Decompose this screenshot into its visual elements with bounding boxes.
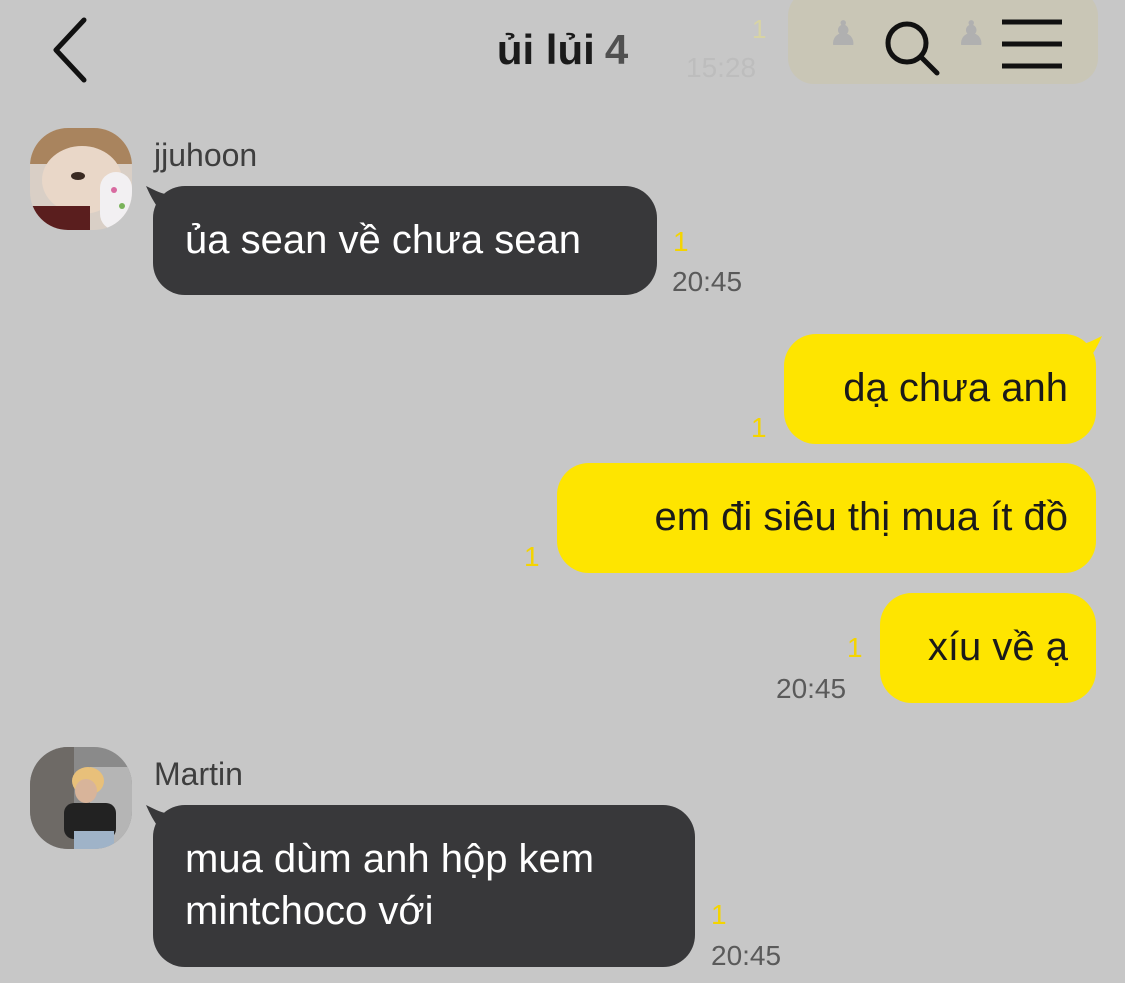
room-name: ủi lủi xyxy=(496,26,595,73)
chat-screen: ♟ ♟ 1 15:28 ủi lủi 4 jjuhoon ủa sean về … xyxy=(0,0,1125,983)
menu-icon xyxy=(1002,19,1062,69)
chat-header: ♟ ♟ 1 15:28 ủi lủi 4 xyxy=(0,0,1125,100)
avatar-jjuhoon[interactable] xyxy=(30,128,132,230)
sender-name: Martin xyxy=(154,756,243,792)
menu-button[interactable] xyxy=(998,16,1066,72)
message-text-line: mua dùm anh hộp kem xyxy=(185,837,595,881)
message-text: ủa sean về chưa sean xyxy=(185,218,581,262)
message-text-line: mintchoco với xyxy=(185,889,434,933)
message-timestamp: 20:45 xyxy=(711,940,782,971)
message-bubble-outgoing[interactable]: dạ chưa anh xyxy=(784,334,1096,444)
message-bubble-outgoing[interactable]: em đi siêu thị mua ít đồ xyxy=(557,463,1096,573)
message-bubble-outgoing[interactable]: xíu về ạ xyxy=(880,593,1096,703)
sender-name: jjuhoon xyxy=(154,137,258,173)
unread-count: 1 xyxy=(673,226,689,257)
search-icon xyxy=(885,21,940,76)
unread-count: 1 xyxy=(847,632,863,663)
message-bubble-incoming[interactable]: mua dùm anh hộp kem mintchoco với xyxy=(153,805,695,967)
profile-photo-icon xyxy=(30,747,132,849)
unread-count: 1 xyxy=(524,541,540,572)
search-button[interactable] xyxy=(880,16,944,80)
message-text: xíu về ạ xyxy=(927,625,1068,669)
member-count: 4 xyxy=(604,26,629,73)
unread-count: 1 xyxy=(751,412,767,443)
message-timestamp: 20:45 xyxy=(776,673,847,704)
avatar-martin[interactable] xyxy=(30,747,132,849)
message-text: dạ chưa anh xyxy=(843,366,1068,410)
message-text: em đi siêu thị mua ít đồ xyxy=(654,495,1068,539)
profile-photo-icon xyxy=(30,128,132,230)
unread-count: 1 xyxy=(711,899,727,930)
bubble-tail xyxy=(1074,336,1102,370)
chat-title: ủi lủi 4 xyxy=(0,26,1125,74)
message-bubble-incoming[interactable]: ủa sean về chưa sean xyxy=(153,186,657,295)
message-timestamp: 20:45 xyxy=(672,266,743,297)
